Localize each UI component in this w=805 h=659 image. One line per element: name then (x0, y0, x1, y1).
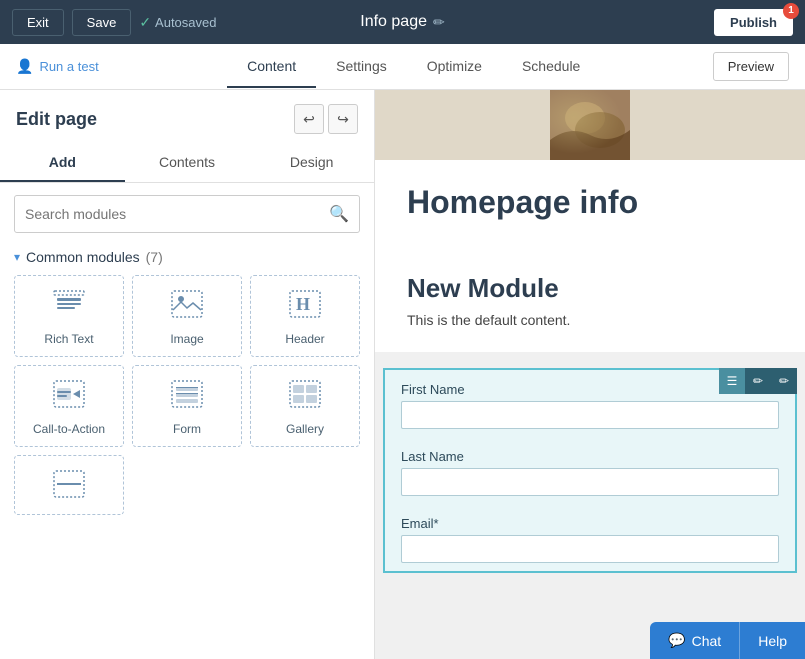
gallery-label: Gallery (286, 422, 324, 436)
module-cta[interactable]: Call-to-Action (14, 365, 124, 447)
form-label: Form (173, 422, 201, 436)
form-input-email[interactable] (401, 535, 779, 563)
form-input-lastname[interactable] (401, 468, 779, 496)
form-icon (171, 380, 203, 414)
cta-label: Call-to-Action (33, 422, 105, 436)
sidebar-tabs: Add Contents Design (0, 144, 374, 183)
preview-image (550, 90, 630, 160)
preview-button[interactable]: Preview (713, 52, 789, 81)
common-modules-header[interactable]: ▾ Common modules (7) (14, 241, 360, 275)
nav-bar: 👤 Run a test Content Settings Optimize S… (0, 44, 805, 90)
form-input-firstname[interactable] (401, 401, 779, 429)
sidebar: Edit page ↩ ↪ « Add Contents Design 🔍 (0, 90, 375, 659)
search-button[interactable]: 🔍 (319, 196, 359, 232)
publish-badge: 1 (783, 3, 799, 19)
user-icon: 👤 (16, 58, 33, 75)
cta-icon (53, 380, 85, 414)
image-icon (171, 290, 203, 324)
form-label-email: Email* (401, 516, 779, 531)
module-form[interactable]: Form (132, 365, 242, 447)
chat-icon: 💬 (668, 632, 685, 649)
module-header[interactable]: H Header (250, 275, 360, 357)
header-label: Header (285, 332, 324, 346)
undo-redo-controls: ↩ ↪ (294, 104, 358, 134)
new-module-title: New Module (407, 273, 773, 304)
top-bar: Exit Save ✓ Autosaved Info page ✏ Publis… (0, 0, 805, 44)
modules-grid: Rich Text Image (14, 275, 360, 525)
svg-text:H: H (296, 294, 310, 314)
chat-help-bar: 💬 Chat Help (650, 622, 805, 659)
content-area: Homepage info New Module This is the def… (375, 90, 805, 659)
tab-optimize[interactable]: Optimize (407, 46, 502, 88)
form-field-lastname: Last Name (385, 437, 795, 504)
module-image[interactable]: Image (132, 275, 242, 357)
sidebar-tab-design[interactable]: Design (249, 144, 374, 182)
gallery-icon (289, 380, 321, 414)
search-box: 🔍 (14, 195, 360, 233)
preview-image-area (375, 90, 805, 160)
autosaved-check-icon: ✓ (139, 14, 151, 31)
publish-button[interactable]: Publish 1 (714, 9, 793, 36)
module-rich-text[interactable]: Rich Text (14, 275, 124, 357)
form-toolbar: ☰ ✏ ✏ (719, 368, 797, 394)
form-section[interactable]: ☰ ✏ ✏ First Name Last Name Email* (383, 368, 797, 573)
search-input[interactable] (15, 198, 319, 230)
modules-section: ▾ Common modules (7) Rich Text (0, 241, 374, 659)
run-test-button[interactable]: 👤 Run a test (16, 58, 99, 75)
homepage-info-title: Homepage info (407, 184, 773, 221)
tab-schedule[interactable]: Schedule (502, 46, 600, 88)
module-count: (7) (146, 249, 163, 265)
sidebar-tab-contents[interactable]: Contents (125, 144, 250, 182)
chat-button[interactable]: 💬 Chat (650, 622, 739, 659)
header-icon: H (289, 290, 321, 324)
new-module-text: This is the default content. (407, 312, 773, 328)
page-title: Info page ✏ (360, 13, 444, 31)
form-tool-edit-2[interactable]: ✏ (771, 368, 797, 394)
rich-text-icon (53, 290, 85, 324)
tab-settings[interactable]: Settings (316, 46, 407, 88)
save-button[interactable]: Save (72, 9, 132, 36)
autosaved-status: ✓ Autosaved (139, 14, 216, 31)
divider-icon (53, 470, 85, 504)
sidebar-header: Edit page ↩ ↪ (0, 90, 374, 144)
form-tool-edit-1[interactable]: ✏ (745, 368, 771, 394)
module-divider[interactable] (14, 455, 124, 515)
sidebar-title: Edit page (16, 109, 97, 130)
module-gallery[interactable]: Gallery (250, 365, 360, 447)
form-field-email: Email* (385, 504, 795, 571)
form-tool-list[interactable]: ☰ (719, 368, 745, 394)
help-button[interactable]: Help (739, 622, 805, 659)
sidebar-tab-add[interactable]: Add (0, 144, 125, 182)
main-layout: Edit page ↩ ↪ « Add Contents Design 🔍 (0, 90, 805, 659)
search-icon: 🔍 (329, 206, 349, 223)
chevron-down-icon: ▾ (14, 250, 20, 264)
new-module-section: New Module This is the default content. (375, 249, 805, 352)
undo-button[interactable]: ↩ (294, 104, 324, 134)
edit-pencil-icon[interactable]: ✏ (433, 14, 445, 31)
image-label: Image (170, 332, 203, 346)
tab-content[interactable]: Content (227, 46, 316, 88)
nav-tabs: Content Settings Optimize Schedule (119, 46, 709, 88)
redo-button[interactable]: ↪ (328, 104, 358, 134)
rich-text-label: Rich Text (44, 332, 93, 346)
autosaved-label: Autosaved (155, 15, 216, 30)
exit-button[interactable]: Exit (12, 9, 64, 36)
search-wrap: 🔍 (0, 183, 374, 241)
homepage-info-section: Homepage info (375, 160, 805, 249)
form-label-lastname: Last Name (401, 449, 779, 464)
